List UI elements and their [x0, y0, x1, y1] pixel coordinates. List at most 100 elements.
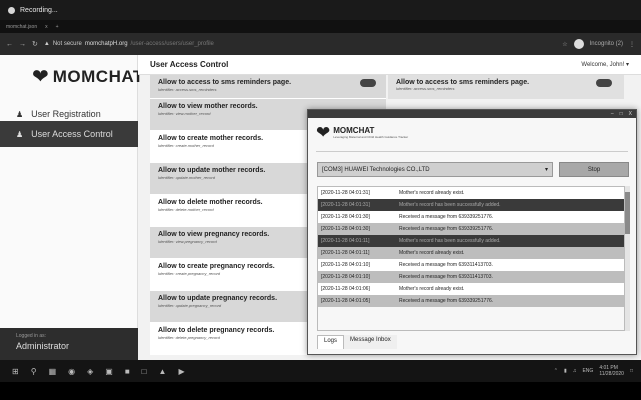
log-message: Received a message from 639339251776.	[399, 214, 494, 220]
log-row: [2020-11-28 04:01:31] Mother's record al…	[318, 187, 624, 199]
log-timestamp: [2020-11-28 04:01:11]	[321, 238, 370, 244]
log-timestamp: [2020-11-28 04:01:05]	[321, 298, 370, 304]
app-icon[interactable]: ▣	[105, 367, 113, 376]
sidebar-item-label: User Registration	[31, 109, 101, 119]
recording-bar: Recording...	[0, 0, 641, 20]
forward-icon[interactable]: →	[19, 41, 26, 48]
url-path: /user-access/users/user_profile	[130, 41, 214, 47]
log-row: [2020-11-28 04:01:11] Mother's record al…	[318, 247, 624, 259]
app-icon[interactable]: ■	[125, 367, 130, 376]
app-brand: MOMCHAT	[52, 67, 144, 86]
port-select[interactable]: [COM3] HUAWEI Technologies CO.,LTD ▾	[317, 162, 553, 177]
serial-monitor-dialog: – □ X ❤ MOMCHAT Leveraging Maternal and …	[307, 109, 637, 355]
close-icon[interactable]: X	[629, 111, 632, 117]
app-icon[interactable]: ▲	[159, 367, 167, 376]
dialog-tagline: Leveraging Maternal and Child Health Gui…	[333, 135, 409, 139]
taskbar: ⊞ ⚲ ▦ ◉ ◈ ▣ ■ □ ▲ ▶ ⌃ ▮ ♫ ENG 4:01 PM 11…	[0, 360, 641, 382]
battery-icon[interactable]: ▮	[564, 368, 567, 374]
app-icon[interactable]: ▶	[178, 367, 184, 376]
sidebar-item-label: User Access Control	[31, 129, 113, 139]
recording-label: Recording...	[20, 6, 58, 14]
user-menu[interactable]: Welcome, John! ▾	[581, 61, 629, 68]
log-message: Received a message from 639339251776.	[399, 298, 494, 304]
sidebar-item-user-access-control[interactable]: ♟ User Access Control	[0, 121, 138, 147]
log-row: [2020-11-28 04:01:10] Received a message…	[318, 259, 624, 271]
permission-toggle[interactable]	[596, 79, 612, 87]
permission-item[interactable]: Allow to access to sms reminders page. I…	[150, 75, 386, 99]
log-row: [2020-11-28 04:01:11] Mother's record ha…	[318, 235, 624, 247]
menu-icon[interactable]: ⋮	[629, 41, 635, 48]
volume-icon[interactable]: ♫	[573, 368, 577, 374]
log-timestamp: [2020-11-28 04:01:10]	[321, 274, 370, 280]
notification-icon[interactable]: □	[630, 368, 633, 374]
star-icon[interactable]: ☆	[562, 41, 567, 48]
permission-toggle[interactable]	[360, 79, 376, 87]
log-row: [2020-11-28 04:01:05] Received a message…	[318, 295, 624, 307]
url-host: momchatpH.org	[84, 41, 128, 47]
browser-tab-strip: momchat.json x +	[0, 20, 641, 33]
reload-icon[interactable]: ↻	[32, 40, 38, 48]
language-indicator[interactable]: ENG	[582, 368, 593, 374]
log-timestamp: [2020-11-28 04:01:31]	[321, 202, 370, 208]
address-bar: ← → ↻ ▲ Not secure momchatpH.org /user-a…	[0, 33, 641, 55]
logged-in-caption: Logged in as:	[16, 333, 47, 339]
page-header: User Access Control Welcome, John! ▾	[138, 55, 641, 75]
logged-in-panel: Logged in as: Administrator	[0, 328, 138, 360]
log-scrollbar[interactable]	[625, 186, 630, 331]
tab-logs[interactable]: Logs	[317, 335, 345, 349]
user-icon: ♟	[16, 109, 24, 119]
log-row: [2020-11-28 04:01:31] Mother's record ha…	[318, 199, 624, 211]
stop-button[interactable]: Stop	[559, 162, 629, 177]
incognito-icon[interactable]	[573, 39, 584, 49]
users-icon: ♟	[16, 129, 24, 139]
back-icon[interactable]: ←	[6, 41, 13, 48]
system-tray: ⌃ ▮ ♫ ENG 4:01 PM 11/28/2020 □	[554, 365, 641, 377]
security-label: Not secure	[52, 41, 82, 47]
log-message: Mother's record already exist.	[399, 190, 465, 196]
heart-logo-icon: ❤	[316, 123, 331, 142]
close-tab-icon[interactable]: x	[45, 24, 48, 30]
permission-item[interactable]: Allow to access to sms reminders page. I…	[388, 75, 624, 99]
logged-in-user: Administrator	[16, 341, 70, 351]
tab-message-inbox[interactable]: Message Inbox	[344, 335, 397, 349]
log-row: [2020-11-28 04:01:06] Mother's record al…	[318, 283, 624, 295]
log-row: [2020-11-28 04:01:10] Received a message…	[318, 271, 624, 283]
dialog-brand: MOMCHAT	[333, 126, 375, 135]
permission-identifier: Identifier: access.sms_reminders	[158, 87, 217, 92]
dialog-tabs: Logs Message Inbox	[317, 335, 397, 349]
minimize-icon[interactable]: –	[611, 111, 614, 117]
log-timestamp: [2020-11-28 04:01:06]	[321, 286, 370, 292]
log-message: Mother's record has been successfully ad…	[399, 202, 501, 208]
app-icon[interactable]: ◉	[68, 367, 75, 376]
new-tab-button[interactable]: +	[56, 24, 59, 30]
screen: Recording... momchat.json x + ← → ↻ ▲ No…	[0, 0, 641, 400]
browser-tab[interactable]: momchat.json	[6, 24, 37, 30]
permission-label: Allow to access to sms reminders page.	[158, 79, 292, 86]
warning-icon: ▲	[43, 41, 50, 47]
windows-start-icon[interactable]: ⊞	[12, 367, 19, 376]
clock-date: 11/28/2020	[599, 371, 624, 377]
log-message: Mother's record already exist.	[399, 250, 465, 256]
log-row: [2020-11-28 04:01:30] Received a message…	[318, 211, 624, 223]
log-row: [2020-11-28 04:01:30] Received a message…	[318, 223, 624, 235]
app-icon[interactable]: ◈	[87, 367, 93, 376]
log-timestamp: [2020-11-28 04:01:10]	[321, 262, 370, 268]
search-icon[interactable]: ⚲	[31, 367, 37, 376]
permission-identifier: Identifier: access.sms_reminders	[396, 86, 455, 91]
chevron-up-icon[interactable]: ⌃	[554, 368, 558, 374]
screen-bezel	[0, 382, 641, 400]
chevron-down-icon: ▾	[544, 167, 548, 173]
log-timestamp: [2020-11-28 04:01:30]	[321, 226, 370, 232]
task-view-icon[interactable]: ▦	[49, 367, 57, 376]
log-message: Mother's record has been successfully ad…	[399, 238, 501, 244]
dialog-logo: ❤ MOMCHAT Leveraging Maternal and Child …	[316, 124, 408, 141]
log-message: Received a message from 639339251776.	[399, 226, 494, 232]
maximize-icon[interactable]: □	[620, 111, 623, 117]
page-title: User Access Control	[150, 60, 229, 69]
url-field[interactable]: ▲ Not secure momchatpH.org /user-access/…	[44, 41, 556, 47]
log-table: [2020-11-28 04:01:31] Mother's record al…	[317, 186, 625, 331]
clock[interactable]: 4:01 PM 11/28/2020	[599, 365, 624, 377]
app-icon[interactable]: □	[142, 367, 147, 376]
log-scrollbar-thumb[interactable]	[625, 192, 630, 234]
profile-label[interactable]: Incognito (2)	[590, 41, 623, 47]
